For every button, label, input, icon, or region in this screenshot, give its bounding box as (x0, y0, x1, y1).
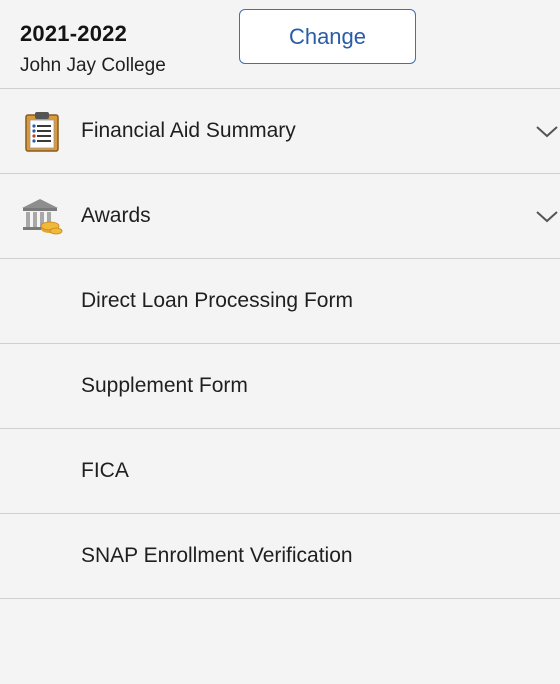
term-year: 2021-2022 (20, 21, 128, 46)
chevron-down-icon[interactable] (534, 206, 560, 226)
nav-item-snap-enrollment-verification[interactable]: SNAP Enrollment Verification (0, 514, 560, 599)
nav-item-direct-loan-processing-form[interactable]: Direct Loan Processing Form (0, 259, 560, 344)
nav-item-label: SNAP Enrollment Verification (81, 544, 353, 567)
nav-item-supplement-form[interactable]: Supplement Form (0, 344, 560, 429)
nav-item-financial-aid-summary[interactable]: Financial Aid Summary (0, 89, 560, 174)
financial-aid-nav-panel: 2021-2022 John Jay College Change Financ… (0, 0, 560, 684)
clipboard-list-icon (20, 109, 64, 153)
nav-menu: Financial Aid Summary Awards Direct Loan… (0, 89, 560, 599)
nav-item-label: Direct Loan Processing Form (81, 289, 353, 312)
bank-coins-icon (20, 194, 64, 238)
institution-name: John Jay College (20, 55, 166, 76)
chevron-down-icon[interactable] (534, 121, 560, 141)
nav-item-label: Supplement Form (81, 374, 248, 397)
term-header: 2021-2022 John Jay College Change (0, 0, 560, 89)
nav-item-fica[interactable]: FICA (0, 429, 560, 514)
nav-item-label: Financial Aid Summary (81, 119, 296, 142)
nav-item-label: FICA (81, 459, 129, 482)
nav-item-label: Awards (81, 204, 151, 227)
change-term-button[interactable]: Change (239, 9, 416, 64)
nav-item-awards[interactable]: Awards (0, 174, 560, 259)
